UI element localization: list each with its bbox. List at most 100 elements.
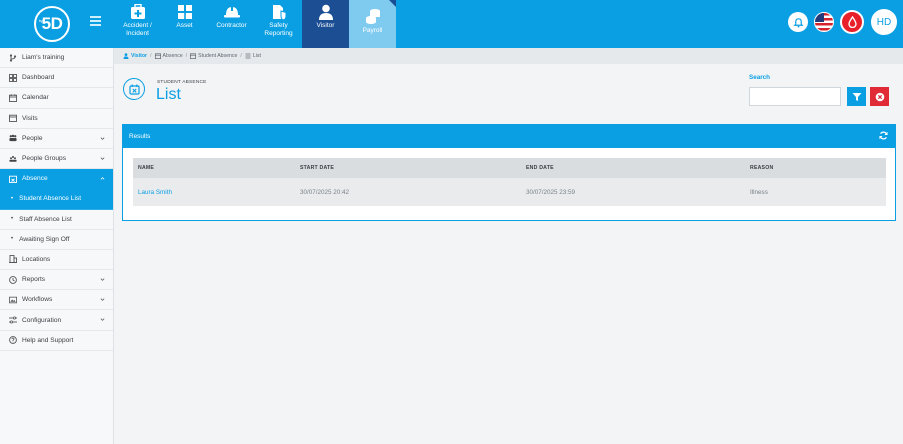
- cell-start-date: 30/07/2025 20:42: [300, 188, 350, 196]
- sidebar-item-label: Dashboard: [22, 74, 55, 82]
- sidebar-item-label: Absence: [22, 175, 48, 183]
- logo-area: by 5D: [0, 0, 114, 48]
- module-visitor[interactable]: Visitor: [302, 0, 349, 48]
- sidebar-item-reports[interactable]: Reports: [0, 270, 113, 291]
- search-input[interactable]: [749, 87, 841, 106]
- breadcrumb-list: List: [245, 53, 261, 59]
- dashboard-icon: [9, 73, 17, 82]
- app-logo[interactable]: by 5D: [34, 6, 70, 42]
- column-header-start-date[interactable]: START DATE: [300, 165, 526, 171]
- results-header: Results: [123, 125, 895, 148]
- image-icon: [9, 296, 17, 304]
- sidebar-item-label: Staff Absence List: [19, 215, 72, 223]
- shield-document-icon: [272, 5, 286, 20]
- breadcrumb-student-absence[interactable]: Student Absence: [190, 53, 237, 59]
- chevron-down-icon: [100, 318, 105, 322]
- calendar-icon: [9, 94, 17, 102]
- module-payroll[interactable]: Payroll: [349, 0, 396, 48]
- close-circle-icon: [875, 92, 884, 101]
- sidebar-item-workflows[interactable]: Workflows: [0, 290, 113, 311]
- building-icon: [9, 255, 17, 264]
- sidebar-item-label: Configuration: [22, 316, 62, 324]
- sidebar-item-label: Awaiting Sign Off: [19, 235, 70, 243]
- notifications-bell-icon[interactable]: [788, 12, 808, 32]
- chevron-down-icon: [100, 157, 105, 160]
- column-header-end-date[interactable]: END DATE: [526, 165, 750, 171]
- calendar-icon: [154, 53, 161, 59]
- clock-icon: [9, 275, 17, 284]
- module-nav: Accident / Incident Asset Contractor Saf…: [114, 0, 396, 48]
- results-table: NAME START DATE END DATE REASON Laura Sm…: [133, 158, 886, 206]
- refresh-icon[interactable]: [879, 131, 888, 140]
- results-panel: Results NAME START DATE END DATE REASON …: [122, 124, 896, 221]
- module-label: Payroll: [362, 27, 383, 34]
- module-label: Visitor: [316, 22, 335, 29]
- module-label: Accident / Incident: [123, 22, 152, 37]
- filter-button[interactable]: [847, 87, 866, 106]
- breadcrumb-label: Absence: [162, 53, 183, 59]
- sidebar-item-help-and-support[interactable]: Help and Support: [0, 331, 113, 351]
- hamburger-menu-icon[interactable]: [90, 16, 101, 26]
- logo-prefix: by: [39, 18, 43, 23]
- page-subtitle: STUDENT ABSENCE: [157, 80, 207, 85]
- header-actions: HD: [788, 9, 897, 35]
- sidebar-item-dashboard[interactable]: Dashboard: [0, 68, 113, 89]
- sidebar-item-people[interactable]: People: [0, 129, 113, 149]
- module-accident-incident[interactable]: Accident / Incident: [114, 0, 161, 48]
- sidebar-item-people-groups[interactable]: People Groups: [0, 149, 113, 170]
- table-row[interactable]: Laura Smith 30/07/2025 20:42 30/07/2025 …: [133, 178, 886, 206]
- us-flag-icon[interactable]: [814, 12, 834, 32]
- sidebar-item-awaiting-sign-off[interactable]: • Awaiting Sign Off: [0, 230, 113, 250]
- sidebar: Liam's training Dashboard Calendar Visit…: [0, 48, 114, 444]
- branch-icon: [9, 53, 17, 62]
- breadcrumb-label: Visitor: [131, 53, 148, 59]
- sidebar-item-label: Liam's training: [22, 54, 65, 62]
- chevron-down-icon: [100, 278, 105, 281]
- people-groups-icon: [9, 155, 17, 163]
- list-icon: [245, 53, 251, 59]
- sidebar-item-label: Calendar: [22, 94, 49, 102]
- coins-icon: [365, 9, 380, 24]
- search-label: Search: [749, 74, 771, 81]
- sidebar-item-label: Locations: [22, 255, 51, 263]
- breadcrumb-separator: /: [240, 53, 242, 59]
- sidebar-item-training[interactable]: Liam's training: [0, 48, 113, 69]
- breadcrumb: Visitor / Absence / Student Absence / Li…: [114, 48, 903, 64]
- table-header: NAME START DATE END DATE REASON: [133, 158, 886, 178]
- clear-filter-button[interactable]: [870, 87, 889, 106]
- sidebar-item-absence[interactable]: Absence: [0, 169, 113, 190]
- module-label: Contractor: [216, 22, 247, 29]
- blood-drop-icon[interactable]: [840, 10, 864, 34]
- module-safety-reporting[interactable]: Safety Reporting: [255, 0, 302, 48]
- breadcrumb-visitor[interactable]: Visitor: [123, 53, 147, 59]
- sliders-icon: [9, 316, 17, 324]
- module-contractor[interactable]: Contractor: [208, 0, 255, 48]
- sidebar-item-calendar[interactable]: Calendar: [0, 88, 113, 109]
- sidebar-item-configuration[interactable]: Configuration: [0, 310, 113, 331]
- cell-reason: Illness: [750, 188, 768, 196]
- chevron-up-icon: [100, 177, 105, 180]
- person-icon: [318, 4, 333, 20]
- sidebar-item-label: People: [22, 134, 43, 142]
- sidebar-item-label: Workflows: [22, 296, 53, 304]
- module-asset[interactable]: Asset: [161, 0, 208, 48]
- sidebar-item-locations[interactable]: Locations: [0, 250, 113, 271]
- calendar-check-icon: [9, 114, 17, 123]
- sidebar-item-student-absence-list[interactable]: • Student Absence List: [0, 189, 113, 210]
- column-header-name[interactable]: NAME: [133, 165, 300, 171]
- user-avatar[interactable]: HD: [871, 9, 897, 35]
- breadcrumb-label: Student Absence: [198, 53, 238, 59]
- people-icon: [9, 134, 17, 142]
- sidebar-item-staff-absence-list[interactable]: • Staff Absence List: [0, 210, 113, 230]
- help-circle-icon: [9, 336, 17, 345]
- breadcrumb-absence[interactable]: Absence: [154, 53, 183, 59]
- boxes-icon: [177, 5, 192, 19]
- module-label: Safety Reporting: [264, 22, 293, 37]
- chevron-down-icon: [100, 137, 105, 140]
- page-title: List: [156, 86, 181, 103]
- breadcrumb-separator: /: [150, 53, 152, 59]
- column-header-reason[interactable]: REASON: [750, 165, 886, 171]
- sidebar-item-visits[interactable]: Visits: [0, 109, 113, 129]
- cell-name-link[interactable]: Laura Smith: [133, 189, 300, 196]
- results-title: Results: [129, 133, 151, 140]
